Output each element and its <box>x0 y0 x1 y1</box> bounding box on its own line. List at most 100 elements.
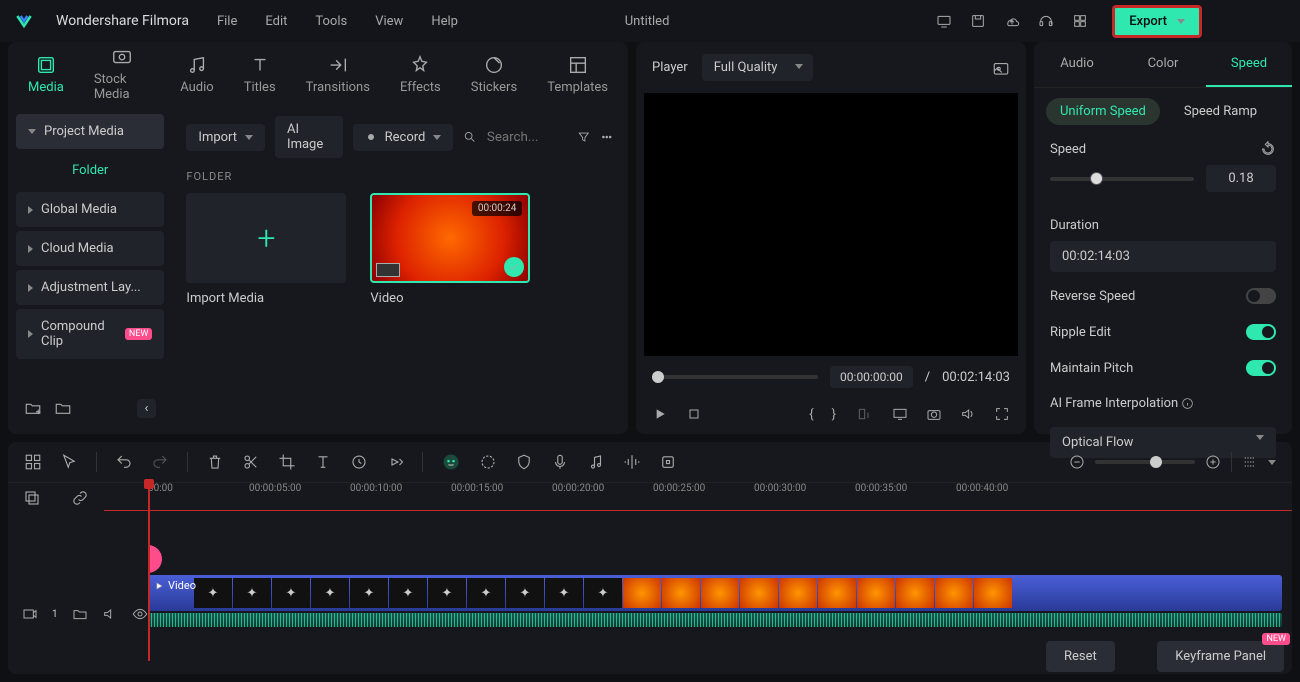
shield-icon[interactable] <box>515 453 533 471</box>
reset-icon[interactable] <box>1260 141 1276 157</box>
collapse-sidebar-button[interactable]: ‹ <box>137 399 157 418</box>
document-title: Untitled <box>380 14 914 29</box>
color-wheel-icon[interactable] <box>479 453 497 471</box>
ripple-edit-toggle[interactable] <box>1246 324 1276 340</box>
audio-clip[interactable] <box>148 613 1282 627</box>
redo-icon[interactable] <box>151 453 169 471</box>
menu-edit[interactable]: Edit <box>265 14 287 29</box>
tab-stock-media[interactable]: Stock Media <box>94 46 150 102</box>
video-clip-card[interactable]: 00:00:24 Video <box>370 193 530 306</box>
filter-icon[interactable] <box>577 129 591 145</box>
video-track-icon[interactable] <box>22 606 38 622</box>
delete-icon[interactable] <box>206 453 224 471</box>
ai-assistant-icon[interactable] <box>441 452 461 472</box>
tab-stickers[interactable]: Stickers <box>471 54 517 95</box>
import-button[interactable]: Import <box>186 124 265 151</box>
tab-audio[interactable]: Audio <box>1034 42 1120 87</box>
preview-viewport[interactable] <box>644 93 1018 356</box>
bracket-open-icon[interactable]: { <box>809 407 813 422</box>
quality-select[interactable]: Full Quality <box>702 54 814 81</box>
zoom-in-icon[interactable] <box>1205 454 1221 470</box>
sidebar-project-media[interactable]: Project Media <box>16 114 164 149</box>
cloud-icon[interactable] <box>1004 13 1020 29</box>
tab-color[interactable]: Color <box>1120 42 1206 87</box>
undo-icon[interactable] <box>115 453 133 471</box>
chevron-down-icon[interactable] <box>1268 460 1276 465</box>
tab-speed[interactable]: Speed <box>1206 42 1292 87</box>
search-input[interactable] <box>487 130 557 145</box>
export-button[interactable]: Export <box>1112 5 1202 38</box>
folder-track-icon[interactable] <box>72 606 88 622</box>
speed-slider[interactable] <box>1050 177 1194 181</box>
sidebar-folder[interactable]: Folder <box>16 153 164 188</box>
menu-file[interactable]: File <box>217 14 237 29</box>
sidebar-global-media[interactable]: Global Media <box>16 192 164 227</box>
grid-icon[interactable] <box>1072 13 1088 29</box>
total-time: 00:02:14:03 <box>942 370 1010 385</box>
display-icon[interactable] <box>892 406 908 422</box>
duration-input[interactable]: 00:02:14:03 <box>1050 241 1276 272</box>
bracket-close-icon[interactable]: } <box>832 407 836 422</box>
ai-image-button[interactable]: AI Image <box>275 116 343 158</box>
tab-transitions[interactable]: Transitions <box>306 54 370 95</box>
split-icon[interactable] <box>242 453 260 471</box>
timeline-ruler[interactable]: 00:00 00:00:05:00 00:00:10:00 00:00:15:0… <box>104 483 1292 511</box>
video-clip[interactable]: Video ✦✦✦✦✦✦✦✦✦✦✦ <box>148 575 1282 611</box>
stop-icon[interactable] <box>686 406 702 422</box>
speed-value[interactable]: 0.18 <box>1206 165 1276 192</box>
auto-beat-icon[interactable] <box>623 453 641 471</box>
save-icon[interactable] <box>970 13 986 29</box>
timeline-dup-icon[interactable] <box>23 489 41 507</box>
music-note-icon[interactable] <box>587 453 605 471</box>
visibility-icon[interactable] <box>132 606 148 622</box>
snapshot-icon[interactable] <box>992 59 1010 77</box>
info-icon[interactable] <box>1181 397 1194 410</box>
reverse-speed-toggle[interactable] <box>1246 288 1276 304</box>
mic-icon[interactable] <box>551 453 569 471</box>
search-icon[interactable] <box>463 129 477 145</box>
text-icon[interactable] <box>314 453 332 471</box>
play-icon[interactable] <box>652 406 668 422</box>
keyframe-panel-button[interactable]: Keyframe Panel NEW <box>1157 641 1284 672</box>
sidebar-compound-clip[interactable]: Compound ClipNEW <box>16 309 164 359</box>
mute-icon[interactable] <box>102 606 118 622</box>
folder-icon[interactable] <box>54 399 72 417</box>
new-folder-icon[interactable] <box>24 399 42 417</box>
sidebar-adjustment-layer[interactable]: Adjustment Lay... <box>16 270 164 305</box>
track-size-icon[interactable] <box>1242 454 1258 470</box>
more-icon[interactable] <box>600 129 614 145</box>
tab-audio[interactable]: Audio <box>180 54 213 95</box>
reset-button[interactable]: Reset <box>1046 641 1115 672</box>
more-tools-icon[interactable] <box>386 453 404 471</box>
subtab-uniform-speed[interactable]: Uniform Speed <box>1046 98 1160 125</box>
marker-icon[interactable] <box>148 545 162 573</box>
menu-tools[interactable]: Tools <box>315 14 347 29</box>
layout-icon[interactable] <box>24 453 42 471</box>
zoom-slider[interactable] <box>1095 460 1195 464</box>
import-media-card[interactable]: + Import Media <box>186 193 346 306</box>
speed-tool-icon[interactable] <box>350 453 368 471</box>
headset-icon[interactable] <box>1038 13 1054 29</box>
sidebar-cloud-media[interactable]: Cloud Media <box>16 231 164 266</box>
maintain-pitch-label: Maintain Pitch <box>1050 361 1133 376</box>
scrub-slider[interactable] <box>652 375 818 379</box>
tab-effects[interactable]: Effects <box>400 54 441 95</box>
tab-media[interactable]: Media <box>28 54 64 95</box>
crop-icon[interactable] <box>278 453 296 471</box>
camera-icon[interactable] <box>926 406 942 422</box>
maintain-pitch-toggle[interactable] <box>1246 360 1276 376</box>
fullscreen-icon[interactable] <box>994 406 1010 422</box>
cursor-icon[interactable] <box>60 453 78 471</box>
tab-titles[interactable]: Titles <box>244 54 276 95</box>
playhead[interactable] <box>148 483 150 661</box>
subtab-speed-ramp[interactable]: Speed Ramp <box>1170 98 1271 125</box>
record-button[interactable]: Record <box>353 124 454 151</box>
monitor-icon[interactable] <box>936 13 952 29</box>
marker-icon[interactable] <box>659 453 677 471</box>
link-icon[interactable] <box>71 489 89 507</box>
aspect-icon[interactable] <box>854 406 874 422</box>
zoom-out-icon[interactable] <box>1069 454 1085 470</box>
volume-icon[interactable] <box>960 406 976 422</box>
tab-templates[interactable]: Templates <box>547 54 608 95</box>
export-label: Export <box>1129 14 1167 29</box>
